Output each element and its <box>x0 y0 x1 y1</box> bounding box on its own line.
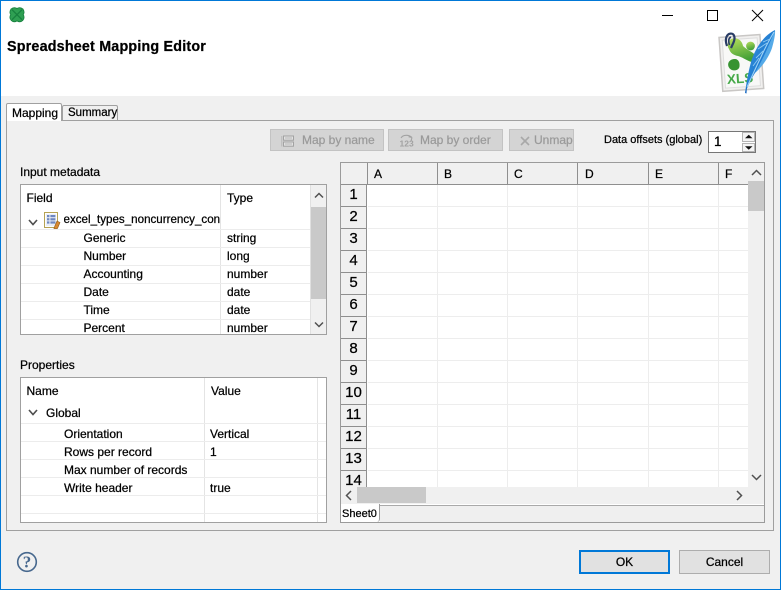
svg-text:123: 123 <box>400 139 414 149</box>
svg-text:?: ? <box>23 553 32 572</box>
